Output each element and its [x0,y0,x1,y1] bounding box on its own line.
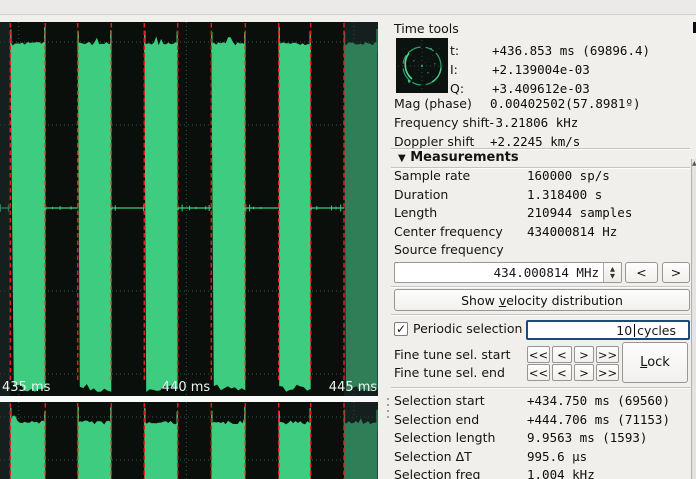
pane-splitter[interactable] [378,16,391,479]
time-tools-title: Time tools [394,21,459,36]
fine-tune-start-big-forward-button[interactable]: >> [596,346,619,363]
splitter-grip-icon[interactable] [387,398,389,422]
frequency-spinbox[interactable]: 434.000814 MHz ▲ ▼ [394,262,622,283]
frequency-spinbox-value[interactable]: 434.000814 MHz [494,265,599,280]
selection-delta-t-value: 995.6 µs [527,449,587,464]
fine-tune-end-forward-button[interactable]: > [574,364,594,381]
center-frequency-label: Center frequency [394,224,503,239]
periodic-selection-checkbox[interactable]: ✓ [394,322,408,336]
collapse-icon[interactable]: ▼ [398,153,406,164]
frequency-prev-button[interactable]: < [625,262,658,283]
frequency-next-button[interactable]: > [662,262,690,283]
section-divider [391,314,690,315]
cycles-value: 10 [616,323,632,338]
mag-phase-label: Mag (phase) [394,96,472,111]
source-frequency-label: Source frequency [394,242,504,257]
fine-tune-start-forward-button[interactable]: > [574,346,594,363]
selection-end-value: +444.706 ms (71153) [527,412,670,427]
periodic-selection-label: Periodic selection [413,321,522,336]
spinbox-arrows[interactable]: ▲ ▼ [603,263,621,282]
section-divider [391,286,690,287]
selection-length-label: Selection length [394,430,495,445]
lock-button[interactable]: Lock [622,342,688,383]
duration-value: 1.318400 s [527,187,602,202]
i-label: I: [450,62,458,77]
waveform-plot-bottom[interactable] [0,402,378,479]
spin-down-icon[interactable]: ▼ [610,273,615,280]
check-icon: ✓ [396,323,406,335]
t-label: t: [450,43,459,58]
section-divider [391,387,690,388]
fine-tune-end-big-back-button[interactable]: << [527,364,550,381]
length-value: 210944 samples [527,205,632,220]
center-frequency-value: 434000814 Hz [527,224,617,239]
length-label: Length [394,205,437,220]
scroll-up-icon[interactable]: ▲ [692,160,696,167]
doppler-shift-value: +2.2245 km/s [490,134,580,149]
sample-rate-value: 160000 sp/s [527,168,610,183]
doppler-shift-label: Doppler shift [394,134,474,149]
q-label: Q: [450,81,464,96]
selection-freq-value: 1.004 kHz [527,467,595,479]
mag-phase-value: 0.00402502(57.8981º) [490,96,641,111]
fine-tune-start-label: Fine tune sel. start [394,347,511,362]
top-toolbar-strip [0,0,696,15]
sample-rate-label: Sample rate [394,168,470,183]
t-value: +436.853 ms (69896.4) [492,43,650,58]
cycles-suffix: cycles [637,323,676,338]
iq-constellation-display [396,38,448,93]
i-value: +2.139004e-03 [492,62,590,77]
panel-scrollbar[interactable]: ▲ [691,159,696,479]
show-velocity-distribution-button[interactable]: Show velocity distribution [394,289,690,311]
frequency-shift-value: -3.21806 kHz [488,115,578,130]
measurements-header[interactable]: ▼ Measurements [398,150,519,165]
waveform-pane: 435 ms440 ms445 ms [0,16,378,479]
fine-tune-end-back-button[interactable]: < [552,364,572,381]
frequency-shift-label: Frequency shift [394,115,490,130]
section-divider [391,148,690,149]
fine-tune-end-label: Fine tune sel. end [394,365,505,380]
selection-start-label: Selection start [394,393,485,408]
fine-tune-end-big-forward-button[interactable]: >> [596,364,619,381]
cycles-input[interactable]: 10 cycles [526,320,690,340]
text-caret [634,324,635,337]
duration-label: Duration [394,187,448,202]
selection-freq-label: Selection freq [394,467,480,479]
analysis-panel: Time tools t: +436.853 ms (69896.4) I: +… [391,16,696,479]
selection-start-value: +434.750 ms (69560) [527,393,670,408]
app-window: 435 ms440 ms445 ms Time tools t: +436.85… [0,0,696,479]
q-value: +3.409612e-03 [492,81,590,96]
waveform-plot-top[interactable] [0,22,378,396]
fine-tune-start-back-button[interactable]: < [552,346,572,363]
selection-delta-t-label: Selection ΔT [394,449,472,464]
fine-tune-start-big-back-button[interactable]: << [527,346,550,363]
selection-end-label: Selection end [394,412,479,427]
selection-length-value: 9.9563 ms (1593) [527,430,647,445]
